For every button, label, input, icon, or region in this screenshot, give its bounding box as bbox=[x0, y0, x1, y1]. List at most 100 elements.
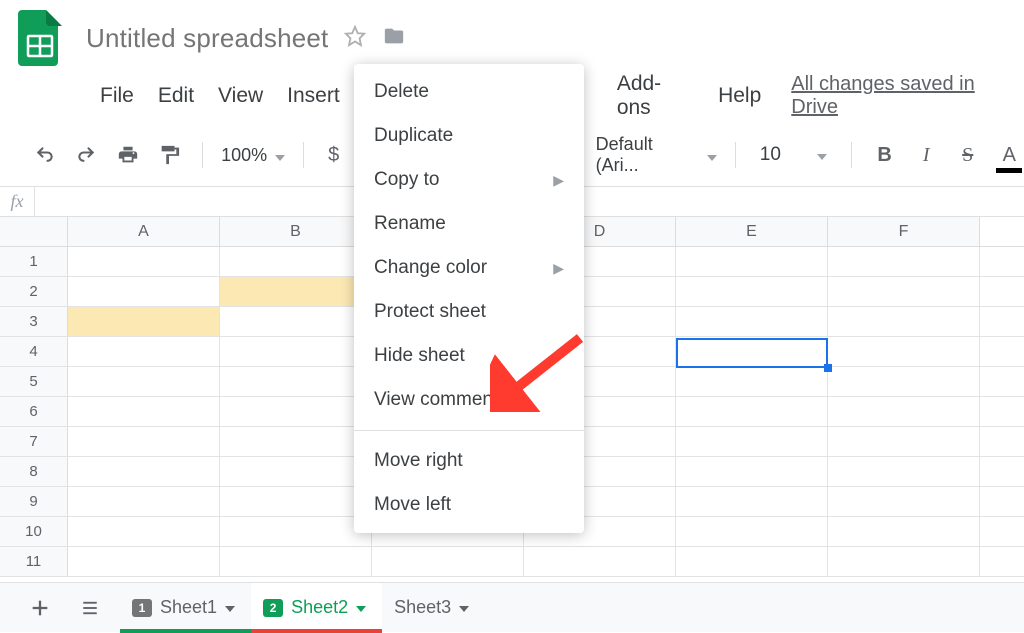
zoom-combo[interactable]: 100% bbox=[221, 145, 285, 166]
italic-button[interactable]: I bbox=[911, 140, 941, 170]
cell[interactable] bbox=[828, 367, 980, 396]
row-header[interactable]: 5 bbox=[0, 367, 68, 396]
cell[interactable] bbox=[68, 307, 220, 336]
paint-format-button[interactable] bbox=[155, 140, 185, 170]
row-header[interactable]: 3 bbox=[0, 307, 68, 336]
column-header[interactable]: E bbox=[676, 217, 828, 246]
cell[interactable] bbox=[68, 397, 220, 426]
cell[interactable] bbox=[220, 307, 372, 336]
cell[interactable] bbox=[220, 517, 372, 546]
row-header[interactable]: 1 bbox=[0, 247, 68, 276]
undo-button[interactable] bbox=[30, 140, 60, 170]
cell[interactable] bbox=[828, 397, 980, 426]
cell[interactable] bbox=[220, 487, 372, 516]
cell[interactable] bbox=[676, 487, 828, 516]
row-header[interactable]: 7 bbox=[0, 427, 68, 456]
cell[interactable] bbox=[68, 487, 220, 516]
context-menu-item[interactable]: Protect sheet bbox=[354, 290, 584, 334]
menu-file[interactable]: File bbox=[100, 84, 134, 108]
font-size-combo[interactable]: 10 bbox=[754, 144, 833, 166]
context-menu-item[interactable]: Delete bbox=[354, 70, 584, 114]
cell[interactable] bbox=[220, 337, 372, 366]
context-menu-item[interactable]: Copy to▶ bbox=[354, 158, 584, 202]
chevron-down-icon[interactable] bbox=[225, 601, 235, 615]
cell[interactable] bbox=[68, 427, 220, 456]
print-button[interactable] bbox=[113, 140, 143, 170]
context-menu-item[interactable]: Rename bbox=[354, 202, 584, 246]
row-header[interactable]: 8 bbox=[0, 457, 68, 486]
cell[interactable] bbox=[220, 457, 372, 486]
cell[interactable] bbox=[372, 547, 524, 576]
cell[interactable] bbox=[828, 247, 980, 276]
cell[interactable] bbox=[220, 247, 372, 276]
row-header[interactable]: 6 bbox=[0, 397, 68, 426]
column-header[interactable]: A bbox=[68, 217, 220, 246]
select-all-corner[interactable] bbox=[0, 217, 68, 246]
cell[interactable] bbox=[828, 337, 980, 366]
row-header[interactable]: 4 bbox=[0, 337, 68, 366]
sheet-tab[interactable]: 1Sheet1 bbox=[120, 583, 251, 632]
context-menu-item[interactable]: View comments bbox=[354, 378, 584, 422]
row-header[interactable]: 11 bbox=[0, 547, 68, 576]
context-menu-item[interactable]: Change color▶ bbox=[354, 246, 584, 290]
cell[interactable] bbox=[220, 547, 372, 576]
cell[interactable] bbox=[68, 517, 220, 546]
all-sheets-button[interactable] bbox=[70, 588, 110, 628]
chevron-down-icon[interactable] bbox=[459, 601, 469, 615]
cell[interactable] bbox=[220, 367, 372, 396]
context-menu-item[interactable]: Move right bbox=[354, 439, 584, 483]
strikethrough-button[interactable]: S bbox=[953, 140, 983, 170]
row-header[interactable]: 10 bbox=[0, 517, 68, 546]
column-header[interactable]: B bbox=[220, 217, 372, 246]
cell[interactable] bbox=[828, 277, 980, 306]
cell[interactable] bbox=[68, 457, 220, 486]
cell[interactable] bbox=[828, 427, 980, 456]
add-sheet-button[interactable] bbox=[20, 588, 60, 628]
sheet-tab[interactable]: Sheet3 bbox=[382, 583, 485, 632]
cell[interactable] bbox=[68, 367, 220, 396]
cell[interactable] bbox=[220, 277, 372, 306]
sheet-tab[interactable]: 2Sheet2 bbox=[251, 583, 382, 632]
menu-edit[interactable]: Edit bbox=[158, 84, 194, 108]
redo-button[interactable] bbox=[72, 140, 102, 170]
menu-view[interactable]: View bbox=[218, 84, 263, 108]
currency-format-button[interactable]: $ bbox=[322, 144, 345, 167]
cell[interactable] bbox=[68, 547, 220, 576]
cell[interactable] bbox=[220, 427, 372, 456]
context-menu-item[interactable]: Move left bbox=[354, 483, 584, 527]
cell[interactable] bbox=[676, 277, 828, 306]
cell[interactable] bbox=[676, 547, 828, 576]
chevron-down-icon[interactable] bbox=[356, 601, 366, 615]
save-status[interactable]: All changes saved in Drive bbox=[791, 73, 1024, 119]
cell[interactable] bbox=[676, 307, 828, 336]
menu-insert[interactable]: Insert bbox=[287, 84, 340, 108]
cell[interactable] bbox=[676, 397, 828, 426]
cell[interactable] bbox=[828, 457, 980, 486]
cell[interactable] bbox=[676, 427, 828, 456]
cell[interactable] bbox=[828, 307, 980, 336]
cell[interactable] bbox=[676, 367, 828, 396]
cell[interactable] bbox=[676, 517, 828, 546]
cell[interactable] bbox=[676, 247, 828, 276]
menu-help[interactable]: Help bbox=[718, 84, 761, 108]
cell[interactable] bbox=[676, 457, 828, 486]
font-family-combo[interactable]: Default (Ari... bbox=[596, 134, 717, 176]
row-header[interactable]: 2 bbox=[0, 277, 68, 306]
row-header[interactable]: 9 bbox=[0, 487, 68, 516]
column-header[interactable]: F bbox=[828, 217, 980, 246]
text-color-button[interactable]: A bbox=[994, 140, 1024, 170]
context-menu-item[interactable]: Hide sheet bbox=[354, 334, 584, 378]
cell[interactable] bbox=[524, 547, 676, 576]
cell[interactable] bbox=[828, 547, 980, 576]
context-menu-item[interactable]: Duplicate bbox=[354, 114, 584, 158]
move-to-folder-icon[interactable] bbox=[382, 25, 406, 52]
cell[interactable] bbox=[68, 247, 220, 276]
cell[interactable] bbox=[68, 337, 220, 366]
bold-button[interactable]: B bbox=[870, 140, 900, 170]
menu-addons[interactable]: Add-ons bbox=[617, 72, 694, 120]
cell[interactable] bbox=[68, 277, 220, 306]
document-title[interactable]: Untitled spreadsheet bbox=[86, 23, 328, 54]
cell[interactable] bbox=[220, 397, 372, 426]
selection-handle[interactable] bbox=[824, 364, 832, 372]
cell[interactable] bbox=[828, 517, 980, 546]
